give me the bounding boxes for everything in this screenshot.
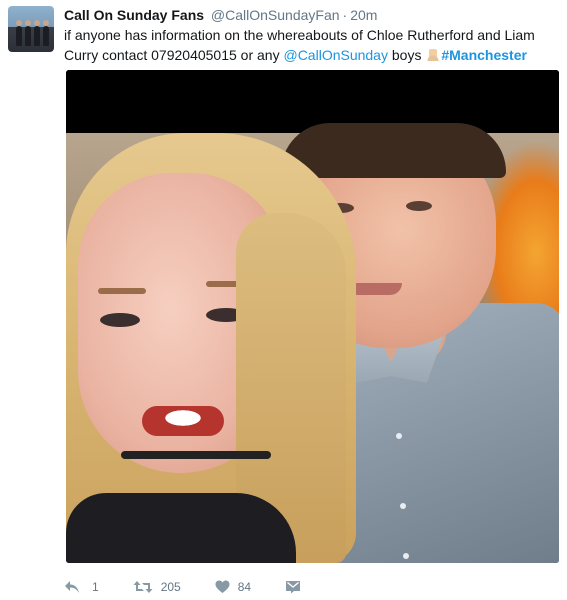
tweet-text-part: boys — [387, 47, 426, 63]
photo-scene — [66, 123, 559, 563]
heart-icon — [215, 580, 230, 593]
photo-letterbox — [66, 70, 559, 133]
retweet-icon — [133, 581, 153, 593]
direct-message-icon — [286, 581, 301, 594]
avatar-figure — [16, 20, 22, 46]
photo-hair-man — [281, 123, 506, 178]
avatar-figure — [34, 20, 40, 46]
mention-link[interactable]: @CallOnSunday — [283, 47, 388, 63]
retweet-button[interactable]: 205 — [133, 580, 181, 594]
like-count: 84 — [237, 580, 252, 594]
reply-button[interactable]: 1 — [64, 580, 99, 594]
reply-count: 1 — [92, 580, 99, 594]
photo-shirt-button — [400, 503, 406, 509]
photo-eye — [100, 313, 140, 327]
photo-lips — [142, 406, 224, 436]
avatar[interactable] — [8, 6, 54, 52]
user-handle[interactable]: @CallOnSundayFan — [211, 7, 340, 23]
photo-dress — [66, 493, 296, 563]
photo-shirt-button — [403, 553, 409, 559]
photo-choker — [121, 451, 271, 459]
folded-hands-emoji-icon — [426, 49, 441, 61]
hashtag-link[interactable]: #Manchester — [441, 47, 527, 63]
display-name[interactable]: Call On Sunday Fans — [64, 7, 204, 23]
like-button[interactable]: 84 — [215, 580, 251, 594]
tweet-header: Call On Sunday Fans @CallOnSundayFan · 20m — [64, 6, 377, 24]
tweet-text: if anyone has information on the whereab… — [64, 25, 554, 65]
separator-dot: · — [342, 7, 348, 23]
timestamp[interactable]: 20m — [350, 7, 377, 23]
avatar-figure — [25, 20, 31, 46]
tweet: Call On Sunday Fans @CallOnSundayFan · 20m… — [0, 0, 567, 600]
photo-shirt-button — [396, 433, 402, 439]
tweet-photo[interactable] — [66, 70, 559, 563]
retweet-count: 205 — [160, 580, 181, 594]
photo-eyebrow — [98, 288, 146, 294]
reply-icon — [65, 581, 79, 593]
photo-eye — [406, 201, 432, 211]
avatar-figure — [43, 20, 49, 46]
direct-message-button[interactable] — [285, 580, 301, 594]
tweet-actions: 1 205 84 — [64, 578, 335, 596]
